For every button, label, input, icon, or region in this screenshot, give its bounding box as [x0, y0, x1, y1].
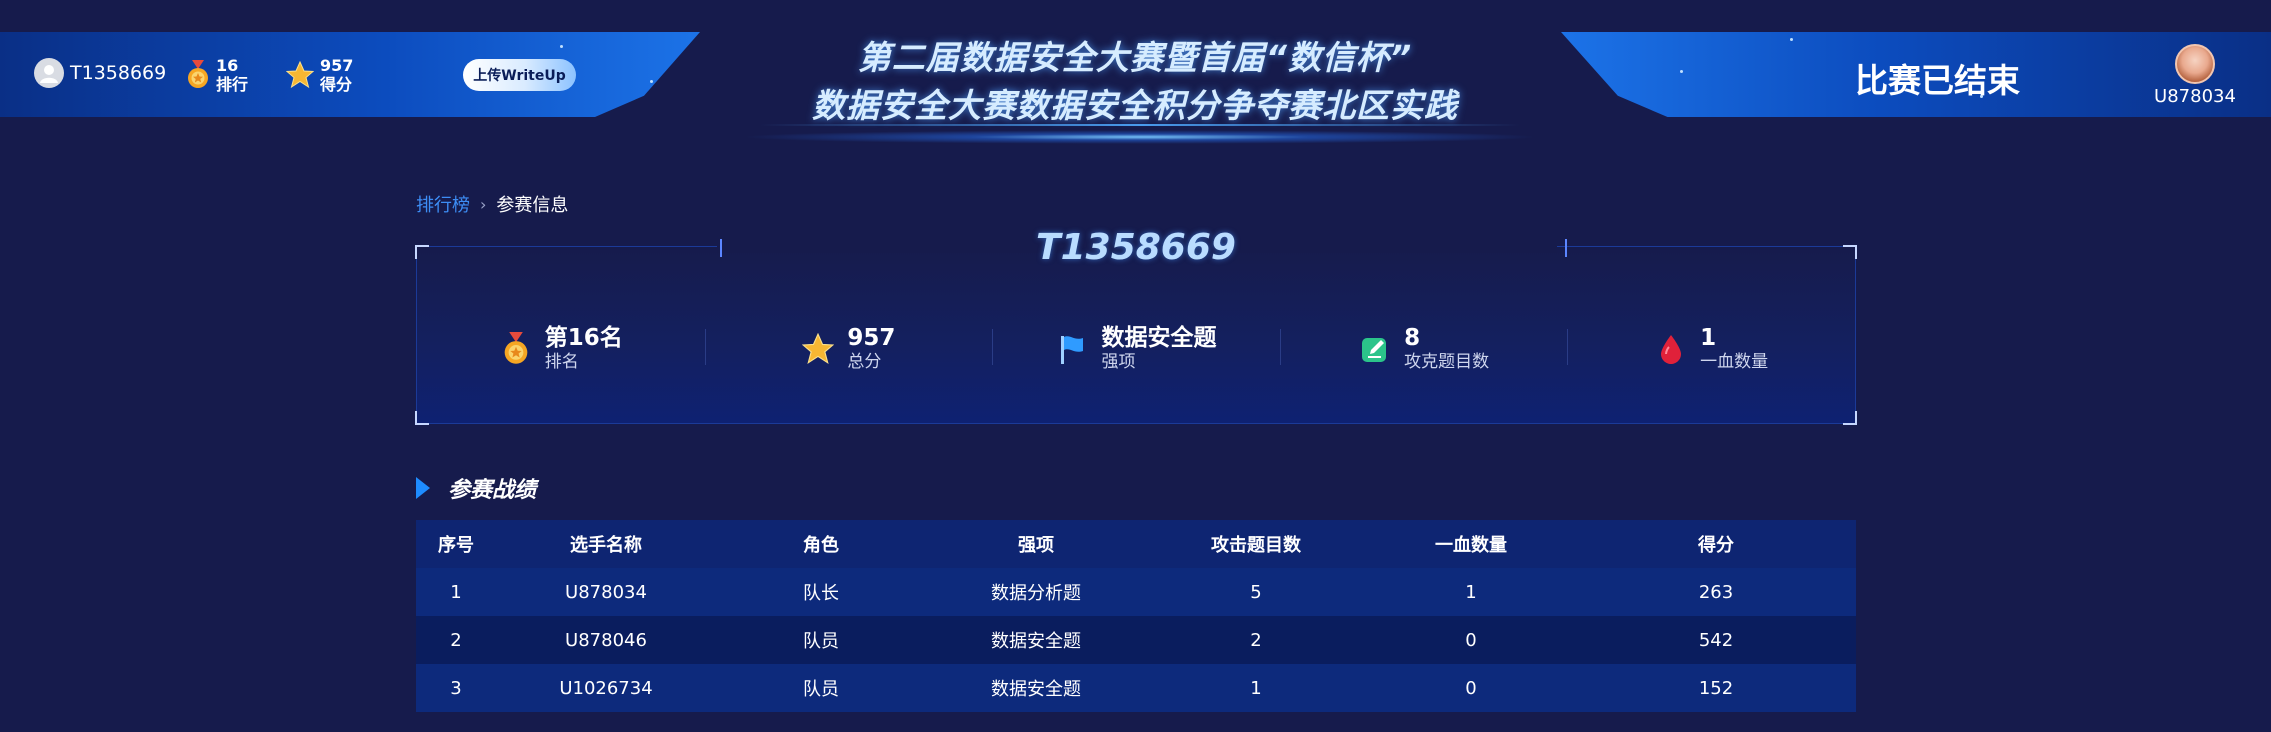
header-score: 957 得分: [286, 56, 353, 94]
stat-first-blood: 1 一血数量: [1567, 319, 1855, 379]
team-info-card: T1358669 第16名 排名 957 总分 数据安全题 强项 8 攻克题目数…: [415, 227, 1857, 425]
table-cell: 3: [450, 677, 462, 699]
chevron-right-icon: ›: [480, 194, 487, 214]
table-cell: 队员: [803, 631, 839, 652]
star-sparkle: [1790, 38, 1793, 41]
competition-status: 比赛已结束: [1855, 61, 2020, 100]
competition-title-line1: 第二届数据安全大赛暨首届“数信杯”: [857, 38, 1413, 77]
flag-icon: [1055, 332, 1089, 366]
upload-writeup-button[interactable]: 上传WriteUp: [463, 59, 576, 91]
blood-drop-icon: [1654, 332, 1688, 366]
stat-rank: 第16名 排名: [417, 319, 705, 379]
section-title-text: 参赛战绩: [448, 478, 537, 503]
header-rank-value: 16: [216, 56, 239, 75]
table-cell: 2: [450, 629, 462, 651]
table-header-cell: 序号: [438, 535, 474, 556]
triangle-right-icon: [416, 477, 430, 499]
header-score-label: 得分: [320, 75, 353, 94]
section-title: 参赛战绩: [416, 472, 536, 504]
top-header: T1358669 16 排行 957 得分 上传WriteUp 第二届数据安全大…: [0, 0, 2271, 150]
star-sparkle: [560, 45, 563, 48]
table-header-cell: 角色: [803, 535, 839, 556]
breadcrumb: 排行榜 › 参赛信息: [416, 191, 568, 217]
stat-score-label: 总分: [847, 352, 882, 372]
team-card-title: T1358669: [1036, 227, 1236, 268]
table-header-cell: 强项: [1018, 535, 1054, 556]
stat-solved-value: 8: [1404, 325, 1421, 351]
user-avatar-icon: [34, 58, 64, 88]
table-cell: 2: [1250, 629, 1262, 651]
table-row: 1 U878034 队长 数据分析题 5 1 263: [416, 568, 1856, 616]
table-header-cell: 一血数量: [1435, 535, 1507, 556]
breadcrumb-current: 参赛信息: [496, 195, 569, 216]
team-name: T1358669: [70, 62, 167, 84]
user-name: U878034: [2154, 86, 2236, 107]
table-header-cell: 选手名称: [570, 535, 642, 556]
stat-solved-label: 攻克题目数: [1404, 352, 1490, 372]
header-score-value: 957: [320, 56, 354, 75]
table-cell: U878046: [565, 629, 647, 651]
table-cell: 数据安全题: [991, 679, 1081, 700]
table-cell: 数据分析题: [991, 583, 1081, 604]
members-table: 序号 选手名称 角色 强项 攻击题目数 一血数量 得分 1 U878034 队长…: [416, 520, 1856, 712]
user-profile[interactable]: U878034: [2150, 44, 2240, 107]
table-cell: 队员: [803, 679, 839, 700]
stat-strength: 数据安全题 强项: [992, 319, 1280, 379]
stat-strength-label: 强项: [1101, 352, 1136, 372]
stat-first-blood-label: 一血数量: [1700, 352, 1769, 372]
team-stats: 第16名 排名 957 总分 数据安全题 强项 8 攻克题目数 1 一血数量: [417, 319, 1855, 379]
table-row: 3 U1026734 队员 数据安全题 1 0 152: [416, 664, 1856, 712]
user-avatar: [2175, 44, 2215, 84]
table-cell: U878034: [565, 581, 647, 603]
medal-icon: [499, 332, 533, 366]
table-cell: 0: [1465, 629, 1477, 651]
competition-title-line2: 数据安全大赛数据安全积分争夺赛北区实践: [812, 86, 1458, 125]
table-cell: 数据安全题: [991, 631, 1081, 652]
medal-icon: [188, 60, 208, 88]
table-row: 2 U878046 队员 数据安全题 2 0 542: [416, 616, 1856, 664]
card-corner: [415, 411, 429, 425]
table-header-cell: 攻击题目数: [1211, 535, 1301, 556]
stat-first-blood-value: 1: [1700, 325, 1717, 351]
star-sparkle: [650, 80, 653, 83]
header-rank: 16 排行: [186, 56, 248, 94]
table-cell: 5: [1250, 581, 1262, 603]
table-cell: 263: [1698, 581, 1734, 603]
stat-rank-label: 排名: [544, 352, 579, 372]
table-cell: 队长: [803, 583, 839, 604]
table-header: 序号 选手名称 角色 强项 攻击题目数 一血数量 得分: [416, 520, 1856, 568]
stat-rank-value: 第16名: [544, 325, 623, 351]
table-cell: 1: [1250, 677, 1262, 699]
table-cell: 152: [1698, 677, 1734, 699]
header-rank-label: 排行: [216, 75, 249, 94]
header-center-glow: [740, 130, 1540, 144]
star-sparkle: [1680, 70, 1683, 73]
table-header-cell: 得分: [1698, 535, 1734, 556]
table-cell: 542: [1698, 629, 1734, 651]
table-cell: 1: [1465, 581, 1477, 603]
competition-title: 第二届数据安全大赛暨首届“数信杯” 数据安全大赛数据安全积分争夺赛北区实践: [700, 34, 1570, 130]
edit-icon: [1358, 332, 1392, 366]
table-cell: U1026734: [559, 677, 653, 699]
team-profile[interactable]: T1358669: [34, 58, 166, 88]
stat-solved: 8 攻克题目数: [1279, 319, 1568, 379]
table-cell: 0: [1465, 677, 1477, 699]
breadcrumb-leaderboard-link[interactable]: 排行榜: [416, 191, 470, 217]
stat-score-value: 957: [847, 325, 896, 351]
star-icon: [801, 332, 835, 366]
star-icon: [286, 61, 314, 89]
stat-strength-value: 数据安全题: [1101, 325, 1217, 351]
card-corner: [1843, 411, 1857, 425]
table-cell: 1: [450, 581, 462, 603]
stat-score: 957 总分: [704, 319, 993, 379]
